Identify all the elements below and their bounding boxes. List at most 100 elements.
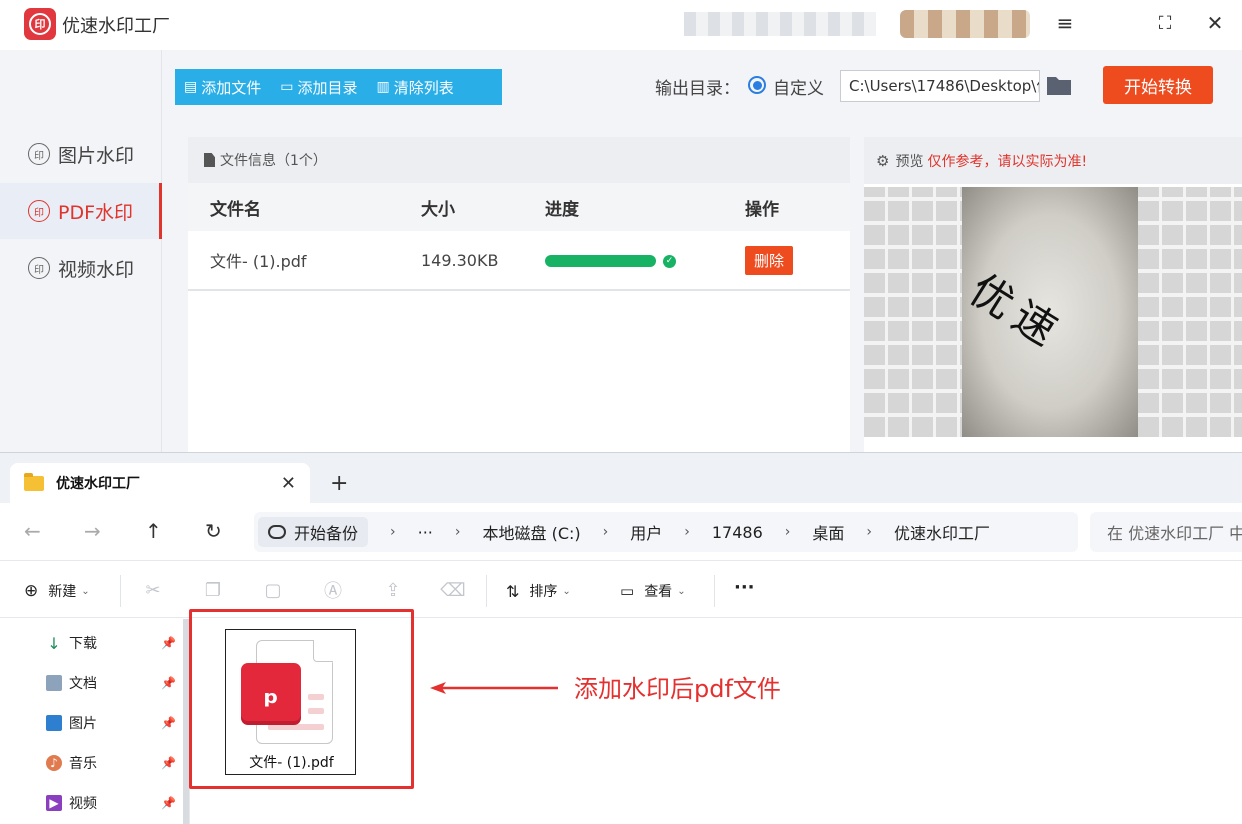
folder-icon: ▭ xyxy=(280,79,294,95)
title-bar: 印 优速水印工厂 ≡ ⛶ ✕ xyxy=(0,0,1242,50)
file-icon: ▤ xyxy=(184,79,198,95)
breadcrumb-item[interactable]: 用户 xyxy=(630,520,662,544)
file-explorer-window: 优速水印工厂 ✕ + ← → ↑ ↻ 开始备份 › ··· › 本地磁盘 (C:… xyxy=(0,452,1242,824)
chevron-right-icon: › xyxy=(390,524,396,540)
maximize-icon[interactable]: ⛶ xyxy=(1150,10,1180,36)
custom-output-label[interactable]: 自定义 xyxy=(773,74,824,99)
breadcrumb-item[interactable]: 本地磁盘 (C:) xyxy=(483,520,581,544)
quick-access-music[interactable]: ♪ 音乐 📌 xyxy=(46,749,180,777)
blurred-user-info xyxy=(684,12,876,36)
watermark-icon: 印 xyxy=(28,143,50,165)
quick-access-documents[interactable]: 文档 📌 xyxy=(46,669,180,697)
close-icon[interactable]: ✕ xyxy=(1200,10,1230,36)
pin-icon: 📌 xyxy=(161,716,176,730)
tab-label: 优速水印工厂 xyxy=(56,476,140,492)
refresh-icon[interactable]: ↻ xyxy=(205,519,222,543)
pin-icon: 📌 xyxy=(161,676,176,690)
watermark-text: 优速 xyxy=(961,264,1073,360)
browse-folder-icon[interactable] xyxy=(1046,74,1072,96)
folder-icon xyxy=(24,472,44,491)
search-input[interactable]: 在 优速水印工厂 中搜索 xyxy=(1090,512,1242,552)
address-bar-row: ← → ↑ ↻ 开始备份 › ··· › 本地磁盘 (C:) › 用户 › 17… xyxy=(0,503,1242,561)
close-tab-icon[interactable]: ✕ xyxy=(281,473,296,494)
pin-icon: 📌 xyxy=(161,636,176,650)
sidebar-item-label: 图片水印 xyxy=(58,144,135,167)
column-header-name: 文件名 xyxy=(210,199,261,220)
start-convert-button[interactable]: 开始转换 xyxy=(1103,66,1213,104)
delete-button[interactable]: 删除 xyxy=(745,245,794,275)
file-info-panel: 文件信息（1个） 文件名 大小 进度 操作 文件- (1).pdf 149.30… xyxy=(188,137,850,452)
chevron-down-icon: ⌄ xyxy=(677,585,686,597)
chevron-right-icon: › xyxy=(684,524,690,540)
pin-icon: 📌 xyxy=(161,796,176,810)
new-tab-button[interactable]: + xyxy=(330,471,348,496)
file-size-cell: 149.30KB xyxy=(421,250,499,270)
preview-canvas: 优速 xyxy=(864,187,1242,437)
breadcrumb-item[interactable]: 优速水印工厂 xyxy=(894,520,990,544)
file-info-header: 文件信息（1个） xyxy=(188,137,850,183)
file-name-cell: 文件- (1).pdf xyxy=(210,252,307,271)
rename-icon[interactable]: Ⓐ xyxy=(322,579,344,602)
breadcrumb-item[interactable]: 17486 xyxy=(712,523,763,542)
breadcrumb[interactable]: 开始备份 › ··· › 本地磁盘 (C:) › 用户 › 17486 › 桌面… xyxy=(254,512,1078,552)
divider xyxy=(486,575,487,607)
start-backup-button[interactable]: 开始备份 xyxy=(258,517,369,547)
chevron-down-icon: ⌄ xyxy=(562,585,571,597)
explorer-tab-bar: 优速水印工厂 ✕ + xyxy=(0,453,1242,503)
output-path-input[interactable]: C:\Users\17486\Desktop\优速水印工厂 xyxy=(840,70,1040,102)
forward-arrow-icon[interactable]: → xyxy=(84,519,101,543)
file-content-area: ₚ 文件- (1).pdf 添加水印后pdf文件 xyxy=(189,609,1242,824)
breadcrumb-more[interactable]: ··· xyxy=(418,523,433,542)
copy-icon[interactable]: ❐ xyxy=(202,579,224,601)
new-button[interactable]: ⊕ 新建 ⌄ xyxy=(24,581,90,601)
preview-label: 预览 xyxy=(895,153,924,170)
clear-list-button[interactable]: ▥ 清除列表 xyxy=(368,69,464,105)
quick-access-pictures[interactable]: 图片 📌 xyxy=(46,709,180,737)
table-row: 文件- (1).pdf 149.30KB ✓ 删除 xyxy=(188,231,850,291)
view-button[interactable]: ▭ 查看 ⌄ xyxy=(620,581,686,601)
sidebar-item-video-watermark[interactable]: 印 视频水印 xyxy=(0,240,162,296)
watermark-icon: 印 xyxy=(28,257,50,279)
preview-page: 优速 xyxy=(961,187,1138,437)
annotation-arrow xyxy=(430,682,558,694)
back-arrow-icon[interactable]: ← xyxy=(24,519,41,543)
gear-icon: ⚙ xyxy=(876,151,890,170)
pictures-icon xyxy=(46,715,62,731)
cloud-backup-icon xyxy=(268,525,286,539)
preview-grid-right xyxy=(1138,187,1242,437)
more-options-button[interactable]: ··· xyxy=(734,577,755,598)
sidebar-item-label: 视频水印 xyxy=(58,258,135,281)
preview-grid-left xyxy=(864,187,962,437)
sidebar-item-pdf-watermark[interactable]: 印 PDF水印 xyxy=(0,183,162,239)
sort-button[interactable]: ⇅ 排序 ⌄ xyxy=(506,581,571,601)
download-icon: ↓ xyxy=(47,633,61,653)
add-file-button[interactable]: ▤ 添加文件 xyxy=(175,69,271,105)
preview-header: ⚙ 预览 仅作参考，请以实际为准! xyxy=(864,137,1242,184)
divider xyxy=(714,575,715,607)
chevron-right-icon: › xyxy=(602,524,609,540)
quick-access-downloads[interactable]: ↓ 下载 📌 xyxy=(46,629,180,657)
sidebar-item-image-watermark[interactable]: 印 图片水印 xyxy=(0,126,162,182)
column-header-progress: 进度 xyxy=(545,199,579,220)
share-icon[interactable]: ⇪ xyxy=(382,579,404,601)
up-arrow-icon[interactable]: ↑ xyxy=(145,519,162,543)
view-icon: ▭ xyxy=(620,582,635,600)
progress-cell: ✓ xyxy=(545,251,676,270)
navigation-pane: ↓ 下载 📌 文档 📌 图片 📌 ♪ 音乐 📌 ▶ 视频 📌 xyxy=(0,619,190,824)
chevron-down-icon: ⌄ xyxy=(81,585,90,597)
delete-icon[interactable]: ⌫ xyxy=(440,579,465,601)
tab-current-folder[interactable]: 优速水印工厂 ✕ xyxy=(10,463,310,503)
quick-access-videos[interactable]: ▶ 视频 📌 xyxy=(46,789,180,817)
menu-icon[interactable]: ≡ xyxy=(1050,10,1080,36)
watermark-app-window: 印 优速水印工厂 ≡ ⛶ ✕ 印 图片水印 印 PDF水印 印 视频水印 ▤ 添加… xyxy=(0,0,1242,452)
chevron-right-icon: › xyxy=(784,524,791,540)
cut-icon[interactable]: ✂ xyxy=(142,579,164,601)
custom-output-radio[interactable] xyxy=(748,76,766,94)
breadcrumb-item[interactable]: 桌面 xyxy=(812,520,844,544)
document-icon xyxy=(46,675,62,691)
column-header-size: 大小 xyxy=(421,199,455,220)
add-directory-button[interactable]: ▭ 添加目录 xyxy=(271,69,367,105)
paste-icon[interactable]: ▢ xyxy=(262,579,284,601)
video-icon: ▶ xyxy=(46,795,62,811)
table-header: 文件名 大小 进度 操作 xyxy=(188,183,850,231)
